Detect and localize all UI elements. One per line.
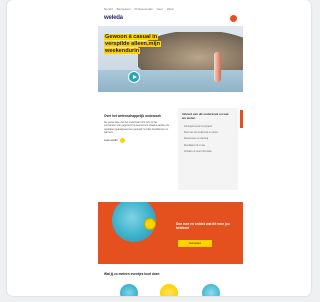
read-more-label: Lees verder bbox=[104, 138, 118, 142]
intro-title: Over het wetenschappelijk onderzoek bbox=[104, 114, 162, 118]
intro-section: Over het wetenschappelijk onderzoek De e… bbox=[104, 114, 170, 143]
nav-link-about[interactable]: Over bbox=[156, 7, 163, 11]
feedback-tab[interactable] bbox=[240, 110, 243, 128]
hero-title: Gewoon à casual in verspilde alleen,mijn… bbox=[104, 34, 162, 54]
cta-section: Doe mee en ontdek wat dit voor jou betek… bbox=[98, 202, 243, 264]
bubble-image-1[interactable] bbox=[120, 284, 138, 296]
hero-banner: Gewoon à casual in verspilde alleen,mijn… bbox=[98, 26, 243, 92]
top-navigation: NL EN Bezoekers Professionals Over Werk bbox=[104, 7, 224, 12]
read-more-link[interactable]: Lees verder bbox=[104, 137, 170, 143]
sidebar-item[interactable]: Doel van het onderzoek en opzet bbox=[184, 132, 232, 135]
cta-button[interactable]: Aanmelden bbox=[178, 240, 212, 247]
hero-water-image bbox=[98, 70, 243, 92]
sidebar-item[interactable]: Achtergrond van het project bbox=[184, 126, 232, 129]
intro-text: De eerste fase van het onderzoek richt z… bbox=[104, 121, 170, 135]
bubble-image-2[interactable] bbox=[160, 284, 178, 296]
sidebar-item[interactable]: Deelnemers en werving bbox=[184, 138, 232, 141]
sidebar-box: Inhoud van dit onderzoek en wat we weten… bbox=[178, 108, 238, 190]
sidebar-list: Achtergrond van het project Doel van het… bbox=[184, 126, 232, 157]
play-video-icon[interactable] bbox=[128, 71, 140, 83]
nav-link-visitors[interactable]: Bezoekers bbox=[117, 7, 131, 11]
arrow-right-icon bbox=[119, 137, 125, 143]
nav-link-work[interactable]: Werk bbox=[167, 7, 174, 11]
menu-button[interactable] bbox=[230, 15, 237, 22]
site-logo[interactable]: weleda bbox=[104, 15, 123, 21]
coin-icon bbox=[144, 218, 156, 230]
bubble-image-3[interactable] bbox=[202, 284, 220, 296]
nav-link-lang[interactable]: NL EN bbox=[104, 7, 113, 11]
webpage-screenshot: NL EN Bezoekers Professionals Over Werk … bbox=[98, 4, 243, 296]
preview-card: NL EN Bezoekers Professionals Over Werk … bbox=[7, 0, 311, 296]
header: weleda bbox=[104, 14, 237, 24]
sidebar-item[interactable]: Contact en meer informatie bbox=[184, 151, 232, 154]
nav-link-professionals[interactable]: Professionals bbox=[135, 7, 153, 11]
bottom-section-title: Wat jij zo meteen eventjes kunt doen bbox=[104, 272, 160, 276]
cta-text: Doe mee en ontdek wat dit voor jou betek… bbox=[176, 222, 230, 230]
sidebar-title: Inhoud van dit onderzoek en wat we weten bbox=[182, 112, 229, 120]
sidebar-item[interactable]: Resultaten tot nu toe bbox=[184, 145, 232, 148]
sample-tube-image bbox=[214, 52, 221, 82]
